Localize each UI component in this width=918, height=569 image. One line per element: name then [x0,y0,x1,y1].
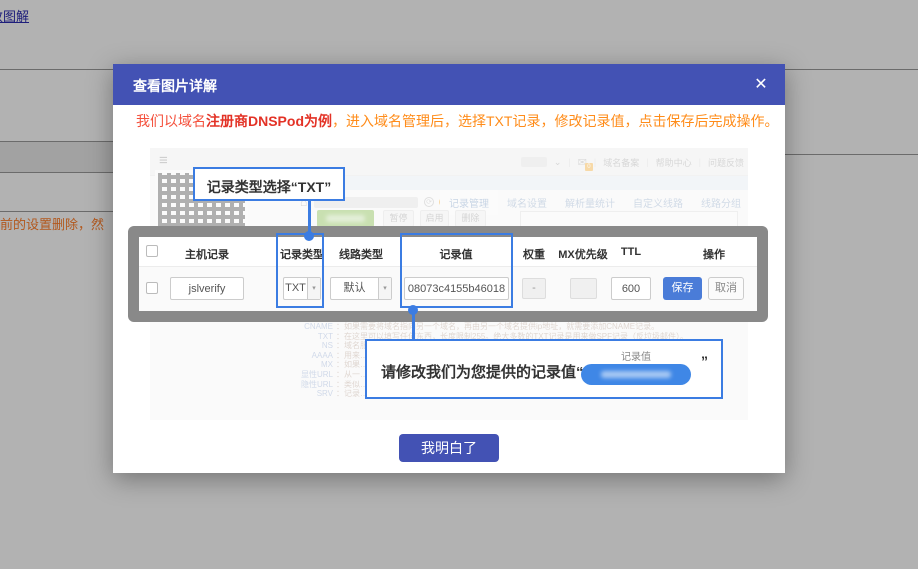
image-detail-dialog: 查看图片详解 ✕ 我们以域名注册商DNSPod为例，进入域名管理后，选择TXT记… [113,64,785,473]
column-header-ttl: TTL [621,246,641,258]
top-connector-dot [304,231,314,241]
row-checkbox[interactable] [146,282,158,294]
confirm-button[interactable]: 我明白了 [399,434,499,462]
column-header-host: 主机记录 [185,246,229,262]
record-type-callout: 记录类型选择“TXT” [193,167,345,201]
dialog-title: 查看图片详解 [133,76,217,96]
column-header-action: 操作 [703,246,725,262]
mx-priority-field [570,278,597,299]
column-header-mx: MX优先级 [558,246,608,262]
record-value-pill-blurred [581,364,691,385]
chevron-down-icon: ▾ [378,278,391,299]
record-value-highlight [400,233,513,308]
instruction-part2: 注册商DNSPod为例 [206,113,332,129]
column-header-weight: 权重 [523,246,545,262]
host-record-input[interactable] [170,277,244,300]
select-all-checkbox[interactable] [146,245,158,257]
weight-field: - [522,278,546,299]
line-type-value: 默认 [331,278,378,299]
ttl-input[interactable] [611,277,651,300]
close-icon[interactable]: ✕ [745,72,777,98]
callout-bottom-text: 请修改我们为您提供的记录值“ [381,361,584,382]
instruction-part3: ，进入域名管理后，选择TXT记录，修改记录值，点击保存后完成操作。 [332,113,778,129]
instruction-text: 我们以域名注册商DNSPod为例，进入域名管理后，选择TXT记录，修改记录值，点… [136,111,778,131]
callout-closing-quote: ” [701,353,708,369]
instruction-part1: 我们以域名 [136,113,206,129]
save-button[interactable]: 保存 [663,277,702,300]
line-type-select[interactable]: 默认 ▾ [330,277,392,300]
record-value-callout: 请修改我们为您提供的记录值“ 记录值 ” [365,339,723,399]
pill-field-label: 记录值 [581,348,691,363]
column-header-line: 线路类型 [339,246,383,262]
record-type-highlight [276,233,324,308]
cancel-button[interactable]: 取消 [708,277,744,300]
screen: 改图解 之前的设置删除，然 查看图片详解 ✕ 我们以域名注册商DNSPod为例，… [0,0,918,569]
callout-top-text: 记录类型选择“TXT” [195,177,343,197]
dialog-header: 查看图片详解 ✕ [113,64,785,105]
bottom-connector-dot [408,305,418,315]
